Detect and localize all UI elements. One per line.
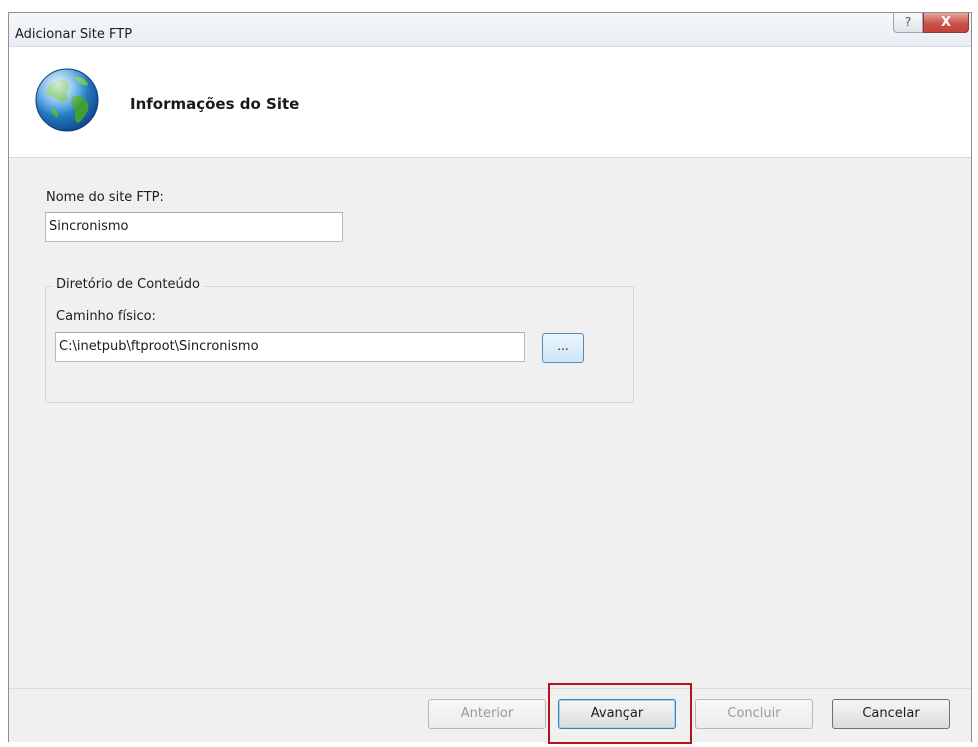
globe-icon [35, 68, 99, 132]
window-title: Adicionar Site FTP [15, 27, 133, 42]
wizard-header: Informações do Site [9, 47, 971, 158]
content-directory-label: Diretório de Conteúdo [52, 277, 204, 292]
physical-path-label: Caminho físico: [56, 309, 156, 324]
next-button-highlight [548, 683, 692, 744]
site-name-input[interactable]: Sincronismo [45, 212, 343, 242]
content-directory-group: Diretório de Conteúdo Caminho físico: C:… [45, 277, 634, 403]
finish-button[interactable]: Concluir [695, 699, 813, 729]
title-bar: Adicionar Site FTP ? X [9, 13, 971, 47]
cancel-button[interactable]: Cancelar [832, 699, 950, 729]
physical-path-input[interactable]: C:\inetpub\ftproot\Sincronismo [55, 332, 525, 362]
add-ftp-site-dialog: Adicionar Site FTP ? X Informações do Si… [8, 12, 972, 744]
site-name-label: Nome do site FTP: [46, 190, 164, 205]
close-button[interactable]: X [923, 13, 969, 33]
browse-button[interactable]: ... [542, 333, 584, 363]
previous-button[interactable]: Anterior [428, 699, 546, 729]
help-button[interactable]: ? [893, 13, 923, 33]
wizard-footer: Anterior Avançar Concluir Cancelar [9, 688, 971, 742]
header-title: Informações do Site [130, 95, 300, 113]
wizard-content: Nome do site FTP: Sincronismo Diretório … [9, 158, 971, 688]
